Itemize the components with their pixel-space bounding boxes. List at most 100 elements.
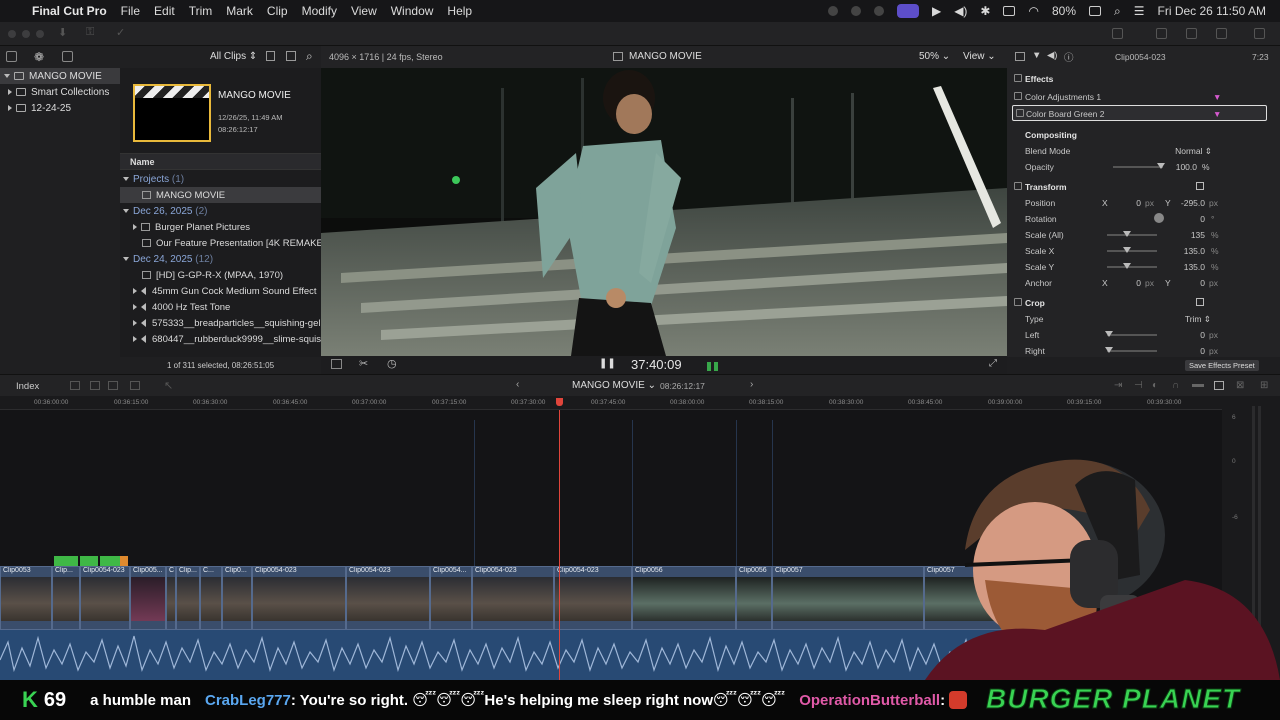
effect-color-board[interactable]: Color Board Green 2 ▼	[1012, 105, 1267, 121]
project-thumbnail[interactable]	[133, 84, 211, 142]
speed-icon[interactable]: ◷	[387, 357, 397, 370]
timeline-clip[interactable]: Clip0057	[772, 566, 924, 630]
clip-connect-icon[interactable]	[70, 381, 80, 390]
view-dropdown[interactable]: View ⌄	[963, 51, 996, 62]
list-item[interactable]: 45mm Gun Cock Medium Sound Effect	[120, 283, 321, 299]
effect-enable-checkbox[interactable]	[1016, 109, 1024, 117]
group-projects[interactable]: Projects (1)	[120, 171, 321, 187]
list-item[interactable]: Burger Planet Pictures	[120, 219, 321, 235]
bluetooth-icon[interactable]: ✱	[980, 4, 990, 18]
app-menu[interactable]: Final Cut Pro	[32, 4, 107, 18]
playhead-handle[interactable]	[556, 398, 563, 406]
transform-onscreen-icon[interactable]	[1196, 182, 1204, 190]
timeline-clip[interactable]: Clip0054...	[430, 566, 472, 630]
disclosure-triangle-icon[interactable]	[123, 177, 129, 181]
slider-knob[interactable]	[1123, 263, 1131, 269]
library-item-event[interactable]: 12-24-25	[0, 100, 120, 116]
menu-view[interactable]: View	[351, 4, 377, 18]
zoom-dropdown[interactable]: 50% ⌄	[919, 51, 950, 62]
timeline-clip[interactable]: Clip0...	[222, 566, 252, 630]
list-view-icon[interactable]	[286, 51, 296, 61]
keyword-icon[interactable]: ⚿	[86, 26, 94, 39]
minimize-window-button[interactable]	[22, 30, 30, 38]
timeline-ruler[interactable]: 00:36:00:00 00:36:15:00 00:36:30:00 00:3…	[0, 396, 1222, 410]
disclosure-triangle-icon[interactable]	[133, 320, 137, 326]
column-header[interactable]: Name	[120, 153, 321, 170]
scale-x-slider[interactable]	[1107, 247, 1157, 253]
volume-icon[interactable]: ◀)	[954, 4, 967, 18]
disclosure-triangle-icon[interactable]	[8, 89, 12, 95]
timeline-clip[interactable]: Clip...	[176, 566, 200, 630]
scale-y-value[interactable]: 135.0	[1177, 262, 1205, 272]
menu-edit[interactable]: Edit	[154, 4, 175, 18]
status-icon[interactable]	[827, 6, 838, 16]
crop-checkbox[interactable]	[1014, 298, 1022, 306]
clip-insert-icon[interactable]	[90, 381, 100, 390]
timeline-clip[interactable]: Clip0054-023	[472, 566, 554, 630]
layout-icon[interactable]	[1186, 28, 1197, 39]
share-icon[interactable]	[1112, 28, 1123, 39]
effects-browser-icon[interactable]: ⊠	[1236, 380, 1244, 391]
solo-icon[interactable]: ◐	[1152, 380, 1158, 391]
snapping-icon[interactable]	[1192, 384, 1204, 387]
view-options-icon[interactable]	[331, 359, 342, 369]
crop-right-value[interactable]: 0	[1177, 346, 1205, 356]
clip-appearance-icon[interactable]	[1214, 381, 1224, 390]
export-icon[interactable]	[1254, 28, 1265, 39]
anchor-y-value[interactable]: 0	[1177, 278, 1205, 288]
select-tool-icon[interactable]: ↖	[164, 379, 173, 392]
disclosure-triangle-icon[interactable]	[133, 336, 137, 342]
scale-all-slider[interactable]	[1107, 231, 1157, 237]
clip-filter-dropdown[interactable]: All Clips ⇕	[210, 51, 257, 62]
timeline-clip[interactable]: Clip0053	[0, 566, 52, 630]
crop-type-dropdown[interactable]: Trim ⇕	[1177, 314, 1211, 325]
library-item-smart-collections[interactable]: Smart Collections	[0, 84, 120, 100]
effect-enable-checkbox[interactable]	[1014, 92, 1022, 100]
clip-marker[interactable]	[54, 556, 78, 566]
import-icon[interactable]: ⬇	[58, 26, 67, 39]
opacity-value[interactable]: 100.0	[1167, 162, 1197, 172]
disclosure-triangle-icon[interactable]	[133, 304, 137, 310]
pause-button[interactable]: ❚❚	[599, 358, 616, 369]
menu-clip[interactable]: Clip	[267, 4, 288, 18]
rotation-dial[interactable]	[1154, 213, 1164, 223]
photos-icon[interactable]: ❁	[34, 50, 44, 64]
timeline-clip[interactable]: Clip0054-023	[80, 566, 130, 630]
anchor-x-value[interactable]: 0	[1119, 278, 1141, 288]
sliders-icon[interactable]	[1216, 28, 1227, 39]
slider-knob[interactable]	[1157, 163, 1165, 169]
search-icon[interactable]: ⌕	[1114, 4, 1121, 19]
opacity-slider[interactable]	[1113, 163, 1165, 169]
menu-help[interactable]: Help	[447, 4, 472, 18]
audio-inspector-icon[interactable]: ◀)	[1047, 50, 1057, 61]
timeline-clip[interactable]: Clip005...	[130, 566, 166, 630]
screen-record-icon[interactable]	[896, 4, 919, 18]
info-icon[interactable]: ⓘ	[1064, 50, 1074, 64]
search-icon[interactable]: ⌕	[306, 49, 313, 64]
status-icon[interactable]	[873, 6, 884, 16]
transitions-browser-icon[interactable]: ⊞	[1260, 380, 1268, 391]
color-effect-icon[interactable]: ▼	[1213, 109, 1221, 119]
history-forward-icon[interactable]: ›	[750, 379, 753, 390]
slider-knob[interactable]	[1105, 331, 1113, 337]
effects-checkbox[interactable]	[1014, 74, 1022, 82]
crop-left-slider[interactable]	[1105, 331, 1157, 337]
clip-appearance-icon[interactable]	[266, 51, 275, 61]
status-icon[interactable]	[850, 6, 861, 16]
rotation-value[interactable]: 0	[1177, 214, 1205, 224]
blend-mode-dropdown[interactable]: Normal ⇕	[1167, 146, 1212, 157]
timeline-clip[interactable]: Clip0056	[632, 566, 736, 630]
history-back-icon[interactable]: ‹	[516, 379, 519, 390]
timeline-clip[interactable]: Clip0054-023	[346, 566, 430, 630]
transform-tool-icon[interactable]: ✂	[359, 357, 368, 370]
crop-onscreen-icon[interactable]	[1196, 298, 1204, 306]
fullscreen-icon[interactable]: ⤢	[989, 358, 997, 369]
transform-checkbox[interactable]	[1014, 182, 1022, 190]
menu-window[interactable]: Window	[391, 4, 434, 18]
list-item[interactable]: Our Feature Presentation [4K REMAKE]	[120, 235, 321, 251]
zoom-window-button[interactable]	[36, 30, 44, 38]
timeline-clip[interactable]: C...	[200, 566, 222, 630]
clip-marker[interactable]	[80, 556, 98, 566]
timeline-clip[interactable]: Clip0056	[736, 566, 772, 630]
video-viewer[interactable]	[321, 68, 1007, 356]
